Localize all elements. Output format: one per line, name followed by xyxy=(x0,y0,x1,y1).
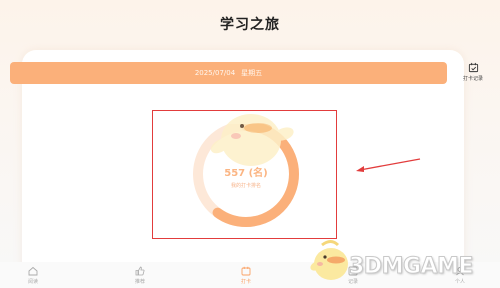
date-text: 2025/07/04 xyxy=(194,69,236,77)
weekday-text: 星期五 xyxy=(241,69,263,77)
watermark-text: 3DMGAME xyxy=(349,254,474,280)
annotation-highlight-box xyxy=(152,110,337,239)
home-icon xyxy=(28,266,38,276)
calendar-icon xyxy=(241,266,251,276)
tab-recommend-label: 推荐 xyxy=(134,279,145,285)
calendar-check-icon xyxy=(468,62,478,73)
tab-checkin-label: 打卡 xyxy=(240,279,251,285)
tab-read-label: 阅读 xyxy=(27,279,38,285)
annotation-arrow-icon xyxy=(356,158,421,172)
tab-profile-label: 个人 xyxy=(454,279,465,285)
tab-read[interactable]: 阅读 xyxy=(13,266,53,285)
tab-checkin[interactable]: 打卡 xyxy=(226,266,266,285)
date-bar: 2025/07/04 星期五 xyxy=(10,62,447,84)
tab-recommend[interactable]: 推荐 xyxy=(120,266,160,285)
checkin-record-label: 打卡记录 xyxy=(462,76,483,82)
checkin-record-button[interactable]: 打卡记录 xyxy=(458,62,488,82)
thumbs-up-icon xyxy=(135,266,145,276)
watermark-duck-image xyxy=(310,240,348,280)
page-title: 学习之旅 xyxy=(220,17,280,33)
